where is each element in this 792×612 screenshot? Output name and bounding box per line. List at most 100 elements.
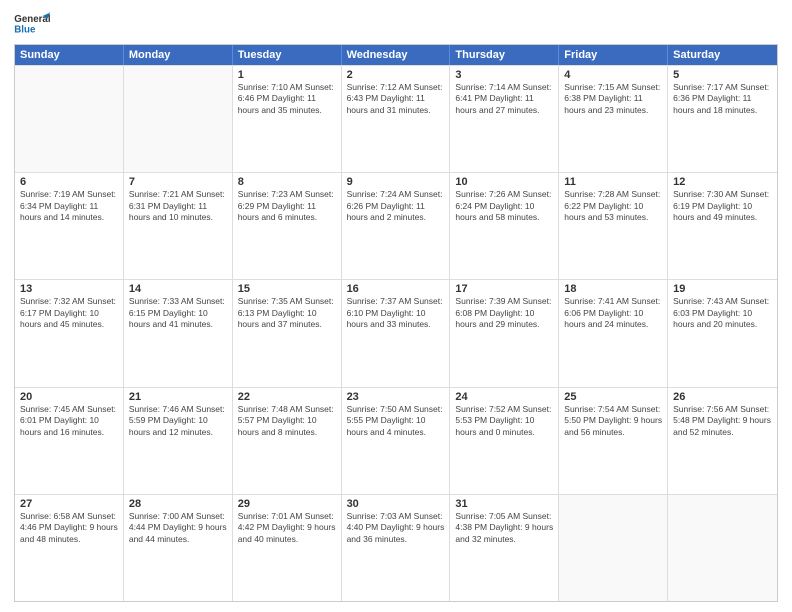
calendar-week-3: 13Sunrise: 7:32 AM Sunset: 6:17 PM Dayli…	[15, 279, 777, 386]
day-cell-15: 15Sunrise: 7:35 AM Sunset: 6:13 PM Dayli…	[233, 280, 342, 386]
page: General Blue SundayMondayTuesdayWednesda…	[0, 0, 792, 612]
day-cell-30: 30Sunrise: 7:03 AM Sunset: 4:40 PM Dayli…	[342, 495, 451, 601]
day-of-week-tuesday: Tuesday	[233, 45, 342, 65]
day-number: 13	[20, 283, 118, 295]
day-of-week-friday: Friday	[559, 45, 668, 65]
day-number: 1	[238, 69, 336, 81]
day-number: 15	[238, 283, 336, 295]
day-cell-17: 17Sunrise: 7:39 AM Sunset: 6:08 PM Dayli…	[450, 280, 559, 386]
day-cell-31: 31Sunrise: 7:05 AM Sunset: 4:38 PM Dayli…	[450, 495, 559, 601]
svg-text:Blue: Blue	[14, 25, 36, 36]
day-info: Sunrise: 7:12 AM Sunset: 6:43 PM Dayligh…	[347, 82, 445, 116]
day-number: 11	[564, 176, 662, 188]
day-info: Sunrise: 7:21 AM Sunset: 6:31 PM Dayligh…	[129, 189, 227, 223]
day-cell-10: 10Sunrise: 7:26 AM Sunset: 6:24 PM Dayli…	[450, 173, 559, 279]
day-of-week-thursday: Thursday	[450, 45, 559, 65]
day-cell-24: 24Sunrise: 7:52 AM Sunset: 5:53 PM Dayli…	[450, 388, 559, 494]
day-number: 12	[673, 176, 772, 188]
day-info: Sunrise: 7:23 AM Sunset: 6:29 PM Dayligh…	[238, 189, 336, 223]
calendar-week-4: 20Sunrise: 7:45 AM Sunset: 6:01 PM Dayli…	[15, 387, 777, 494]
day-number: 26	[673, 391, 772, 403]
day-info: Sunrise: 7:32 AM Sunset: 6:17 PM Dayligh…	[20, 296, 118, 330]
day-cell-11: 11Sunrise: 7:28 AM Sunset: 6:22 PM Dayli…	[559, 173, 668, 279]
day-cell-25: 25Sunrise: 7:54 AM Sunset: 5:50 PM Dayli…	[559, 388, 668, 494]
day-number: 25	[564, 391, 662, 403]
day-cell-20: 20Sunrise: 7:45 AM Sunset: 6:01 PM Dayli…	[15, 388, 124, 494]
day-info: Sunrise: 6:58 AM Sunset: 4:46 PM Dayligh…	[20, 511, 118, 545]
day-number: 6	[20, 176, 118, 188]
day-cell-19: 19Sunrise: 7:43 AM Sunset: 6:03 PM Dayli…	[668, 280, 777, 386]
day-info: Sunrise: 7:05 AM Sunset: 4:38 PM Dayligh…	[455, 511, 553, 545]
day-cell-27: 27Sunrise: 6:58 AM Sunset: 4:46 PM Dayli…	[15, 495, 124, 601]
day-info: Sunrise: 7:56 AM Sunset: 5:48 PM Dayligh…	[673, 404, 772, 438]
day-info: Sunrise: 7:33 AM Sunset: 6:15 PM Dayligh…	[129, 296, 227, 330]
day-number: 23	[347, 391, 445, 403]
day-number: 20	[20, 391, 118, 403]
day-cell-3: 3Sunrise: 7:14 AM Sunset: 6:41 PM Daylig…	[450, 66, 559, 172]
day-number: 21	[129, 391, 227, 403]
day-info: Sunrise: 7:01 AM Sunset: 4:42 PM Dayligh…	[238, 511, 336, 545]
calendar-week-5: 27Sunrise: 6:58 AM Sunset: 4:46 PM Dayli…	[15, 494, 777, 601]
day-number: 14	[129, 283, 227, 295]
day-info: Sunrise: 7:17 AM Sunset: 6:36 PM Dayligh…	[673, 82, 772, 116]
day-number: 27	[20, 498, 118, 510]
day-cell-7: 7Sunrise: 7:21 AM Sunset: 6:31 PM Daylig…	[124, 173, 233, 279]
calendar-week-2: 6Sunrise: 7:19 AM Sunset: 6:34 PM Daylig…	[15, 172, 777, 279]
day-info: Sunrise: 7:52 AM Sunset: 5:53 PM Dayligh…	[455, 404, 553, 438]
day-cell-5: 5Sunrise: 7:17 AM Sunset: 6:36 PM Daylig…	[668, 66, 777, 172]
day-number: 28	[129, 498, 227, 510]
day-number: 31	[455, 498, 553, 510]
day-cell-6: 6Sunrise: 7:19 AM Sunset: 6:34 PM Daylig…	[15, 173, 124, 279]
day-info: Sunrise: 7:35 AM Sunset: 6:13 PM Dayligh…	[238, 296, 336, 330]
day-number: 22	[238, 391, 336, 403]
day-number: 7	[129, 176, 227, 188]
day-of-week-monday: Monday	[124, 45, 233, 65]
day-number: 17	[455, 283, 553, 295]
day-number: 2	[347, 69, 445, 81]
day-info: Sunrise: 7:48 AM Sunset: 5:57 PM Dayligh…	[238, 404, 336, 438]
calendar-week-1: 1Sunrise: 7:10 AM Sunset: 6:46 PM Daylig…	[15, 65, 777, 172]
day-info: Sunrise: 7:37 AM Sunset: 6:10 PM Dayligh…	[347, 296, 445, 330]
day-cell-2: 2Sunrise: 7:12 AM Sunset: 6:43 PM Daylig…	[342, 66, 451, 172]
day-number: 5	[673, 69, 772, 81]
day-number: 8	[238, 176, 336, 188]
day-info: Sunrise: 7:50 AM Sunset: 5:55 PM Dayligh…	[347, 404, 445, 438]
day-cell-22: 22Sunrise: 7:48 AM Sunset: 5:57 PM Dayli…	[233, 388, 342, 494]
day-cell-1: 1Sunrise: 7:10 AM Sunset: 6:46 PM Daylig…	[233, 66, 342, 172]
day-cell-4: 4Sunrise: 7:15 AM Sunset: 6:38 PM Daylig…	[559, 66, 668, 172]
day-cell-8: 8Sunrise: 7:23 AM Sunset: 6:29 PM Daylig…	[233, 173, 342, 279]
empty-cell	[668, 495, 777, 601]
day-number: 24	[455, 391, 553, 403]
day-number: 29	[238, 498, 336, 510]
day-of-week-sunday: Sunday	[15, 45, 124, 65]
day-cell-9: 9Sunrise: 7:24 AM Sunset: 6:26 PM Daylig…	[342, 173, 451, 279]
calendar: SundayMondayTuesdayWednesdayThursdayFrid…	[14, 44, 778, 602]
logo-icon: General Blue	[14, 10, 52, 40]
day-info: Sunrise: 7:19 AM Sunset: 6:34 PM Dayligh…	[20, 189, 118, 223]
day-info: Sunrise: 7:46 AM Sunset: 5:59 PM Dayligh…	[129, 404, 227, 438]
day-info: Sunrise: 7:00 AM Sunset: 4:44 PM Dayligh…	[129, 511, 227, 545]
day-cell-29: 29Sunrise: 7:01 AM Sunset: 4:42 PM Dayli…	[233, 495, 342, 601]
day-number: 19	[673, 283, 772, 295]
day-info: Sunrise: 7:10 AM Sunset: 6:46 PM Dayligh…	[238, 82, 336, 116]
calendar-header: SundayMondayTuesdayWednesdayThursdayFrid…	[15, 45, 777, 65]
day-info: Sunrise: 7:43 AM Sunset: 6:03 PM Dayligh…	[673, 296, 772, 330]
day-cell-26: 26Sunrise: 7:56 AM Sunset: 5:48 PM Dayli…	[668, 388, 777, 494]
day-info: Sunrise: 7:54 AM Sunset: 5:50 PM Dayligh…	[564, 404, 662, 438]
day-number: 30	[347, 498, 445, 510]
day-cell-16: 16Sunrise: 7:37 AM Sunset: 6:10 PM Dayli…	[342, 280, 451, 386]
day-info: Sunrise: 7:28 AM Sunset: 6:22 PM Dayligh…	[564, 189, 662, 223]
day-number: 16	[347, 283, 445, 295]
day-info: Sunrise: 7:39 AM Sunset: 6:08 PM Dayligh…	[455, 296, 553, 330]
header: General Blue	[14, 10, 778, 40]
logo: General Blue	[14, 10, 52, 40]
day-info: Sunrise: 7:26 AM Sunset: 6:24 PM Dayligh…	[455, 189, 553, 223]
day-number: 4	[564, 69, 662, 81]
day-cell-23: 23Sunrise: 7:50 AM Sunset: 5:55 PM Dayli…	[342, 388, 451, 494]
day-cell-14: 14Sunrise: 7:33 AM Sunset: 6:15 PM Dayli…	[124, 280, 233, 386]
day-cell-18: 18Sunrise: 7:41 AM Sunset: 6:06 PM Dayli…	[559, 280, 668, 386]
day-cell-12: 12Sunrise: 7:30 AM Sunset: 6:19 PM Dayli…	[668, 173, 777, 279]
day-number: 18	[564, 283, 662, 295]
calendar-body: 1Sunrise: 7:10 AM Sunset: 6:46 PM Daylig…	[15, 65, 777, 601]
day-of-week-saturday: Saturday	[668, 45, 777, 65]
